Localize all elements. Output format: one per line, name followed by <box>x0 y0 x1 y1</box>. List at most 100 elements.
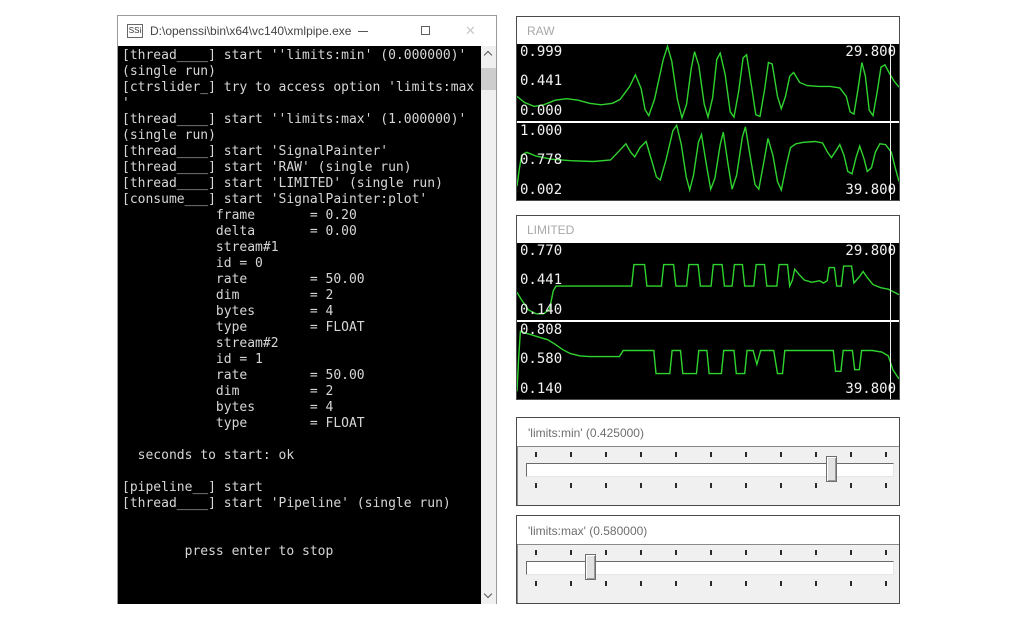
tick-mark <box>710 483 712 488</box>
tick-mark <box>675 452 677 457</box>
tick-mark <box>710 550 712 555</box>
tick-mark <box>815 550 817 555</box>
tick-mark <box>815 452 817 457</box>
time-label: 39.800 <box>845 182 896 198</box>
limited-subplot-1: 0.770 0.441 0.140 29.800 <box>517 243 899 320</box>
tick-row-top <box>518 452 900 458</box>
tick-mark <box>815 581 817 586</box>
axis-min-label: 0.140 <box>520 381 562 397</box>
scrollbar-thumb[interactable] <box>481 68 496 90</box>
tick-row-bottom <box>518 581 900 587</box>
tick-mark <box>885 550 887 555</box>
tick-mark <box>780 452 782 457</box>
console-output-area: [thread____] start ''limits:min' (0.0000… <box>118 46 496 604</box>
tick-mark <box>745 550 747 555</box>
tick-row-top <box>518 550 900 556</box>
raw-subplot-2: 1.000 0.778 0.002 39.800 <box>517 123 899 200</box>
tick-mark <box>640 581 642 586</box>
tick-mark <box>815 483 817 488</box>
maximize-icon <box>421 26 430 35</box>
axis-max-label: 0.808 <box>520 322 562 338</box>
raw-waveform-1 <box>517 44 899 121</box>
tick-mark <box>745 483 747 488</box>
raw-plot-area: 0.999 0.441 0.000 29.800 1.000 0.778 0.0… <box>517 44 899 200</box>
window-title: D:\openssi\bin\x64\vc140\xmlpipe.exe <box>150 24 351 38</box>
limited-panel-title: LIMITED <box>527 223 574 237</box>
limited-waveform-1 <box>517 243 899 320</box>
console-scrollbar[interactable] <box>481 46 496 604</box>
console-window: SSi D:\openssi\bin\x64\vc140\xmlpipe.exe… <box>117 15 497 604</box>
tick-mark <box>605 581 607 586</box>
limited-plot-area: 0.770 0.441 0.140 29.800 0.808 0.580 0.1… <box>517 243 899 399</box>
limits-min-track[interactable] <box>526 463 894 477</box>
app-icon: SSi <box>127 24 143 38</box>
axis-max-label: 0.999 <box>520 44 562 60</box>
tick-mark <box>710 452 712 457</box>
tick-mark <box>850 550 852 555</box>
axis-min-label: 0.000 <box>520 103 562 119</box>
minimize-button[interactable] <box>346 16 380 46</box>
console-titlebar[interactable]: SSi D:\openssi\bin\x64\vc140\xmlpipe.exe… <box>118 16 496 46</box>
time-label: 39.800 <box>845 381 896 397</box>
raw-subplot-1: 0.999 0.441 0.000 29.800 <box>517 44 899 121</box>
tick-mark <box>780 581 782 586</box>
tick-mark <box>535 483 537 488</box>
tick-mark <box>780 550 782 555</box>
limits-min-trackbar <box>517 446 899 505</box>
tick-mark <box>710 581 712 586</box>
raw-panel-title: RAW <box>527 24 555 38</box>
raw-waveform-2 <box>517 123 899 200</box>
tick-mark <box>535 452 537 457</box>
tick-mark <box>605 452 607 457</box>
close-icon: ✕ <box>465 23 476 39</box>
limits-max-thumb[interactable] <box>585 554 596 580</box>
limited-plot-panel: LIMITED 0.770 0.441 0.140 29.800 0.808 0… <box>516 215 900 400</box>
tick-mark <box>570 550 572 555</box>
axis-max-label: 1.000 <box>520 123 562 139</box>
limits-max-track[interactable] <box>526 561 894 575</box>
tick-mark <box>745 581 747 586</box>
limits-min-label: 'limits:min' (0.425000) <box>528 426 644 440</box>
time-cursor <box>890 243 891 399</box>
axis-mid-label: 0.778 <box>520 152 562 168</box>
tick-mark <box>675 581 677 586</box>
tick-mark <box>745 452 747 457</box>
tick-mark <box>675 483 677 488</box>
tick-mark <box>570 483 572 488</box>
limits-min-slider-panel: 'limits:min' (0.425000) <box>516 417 900 506</box>
tick-mark <box>640 550 642 555</box>
scroll-up-icon[interactable] <box>481 46 496 62</box>
tick-mark <box>605 550 607 555</box>
raw-plot-panel: RAW 0.999 0.441 0.000 29.800 1.000 0.778… <box>516 16 900 201</box>
tick-mark <box>885 483 887 488</box>
tick-mark <box>640 483 642 488</box>
limits-max-label: 'limits:max' (0.580000) <box>528 524 647 538</box>
limits-min-thumb[interactable] <box>826 456 837 482</box>
tick-mark <box>605 483 607 488</box>
tick-mark <box>850 483 852 488</box>
tick-mark <box>885 581 887 586</box>
axis-max-label: 0.770 <box>520 243 562 259</box>
axis-min-label: 0.140 <box>520 302 562 318</box>
time-label: 29.800 <box>845 243 896 259</box>
limits-max-slider-panel: 'limits:max' (0.580000) <box>516 515 900 604</box>
tick-mark <box>885 452 887 457</box>
scroll-down-icon[interactable] <box>481 588 496 604</box>
axis-mid-label: 0.580 <box>520 351 562 367</box>
tick-mark <box>780 483 782 488</box>
chevron-down-icon <box>484 590 492 598</box>
axis-min-label: 0.002 <box>520 182 562 198</box>
tick-mark <box>850 581 852 586</box>
limited-waveform-2 <box>517 322 899 399</box>
limited-subplot-2: 0.808 0.580 0.140 39.800 <box>517 322 899 399</box>
console-text: [thread____] start ''limits:min' (0.0000… <box>122 48 474 560</box>
limits-max-trackbar <box>517 544 899 603</box>
axis-mid-label: 0.441 <box>520 73 562 89</box>
close-button[interactable]: ✕ <box>456 16 490 46</box>
maximize-button[interactable] <box>409 16 443 46</box>
tick-mark <box>640 452 642 457</box>
axis-mid-label: 0.441 <box>520 272 562 288</box>
tick-mark <box>850 452 852 457</box>
time-cursor <box>890 44 891 200</box>
tick-mark <box>675 550 677 555</box>
